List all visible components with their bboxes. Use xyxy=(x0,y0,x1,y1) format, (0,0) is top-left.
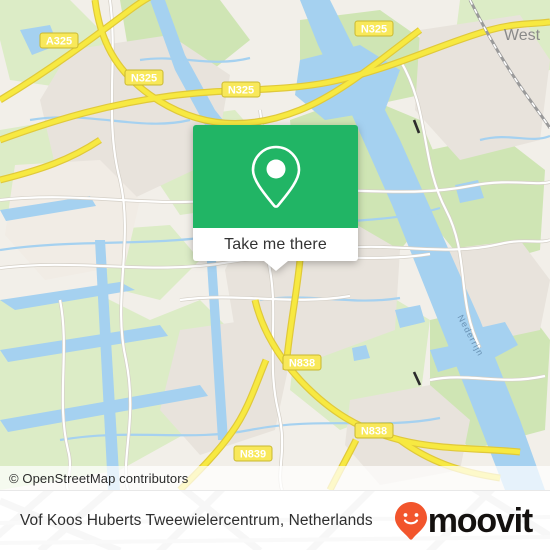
page-title: Vof Koos Huberts Tweewielercentrum, Neth… xyxy=(20,511,373,529)
moovit-smiley-pin-icon xyxy=(394,501,427,540)
moovit-logo[interactable]: moovit xyxy=(394,501,533,540)
road-shield: N838 xyxy=(354,422,394,439)
road-shield-label: N325 xyxy=(361,23,387,35)
road-shield-label: N325 xyxy=(131,72,157,84)
road-shield: N838 xyxy=(282,354,322,371)
location-pin-icon xyxy=(251,145,300,208)
popup-header xyxy=(193,125,358,228)
footer-bar: Vof Koos Huberts Tweewielercentrum, Neth… xyxy=(0,490,550,550)
road-shield-label: N325 xyxy=(228,84,254,96)
road-shield-label: A325 xyxy=(46,35,72,47)
moovit-wordmark: moovit xyxy=(427,501,533,540)
map-place-label: West xyxy=(504,27,541,44)
screenshot-root: HuissenWest Nederrijn A325N325N325N325N8… xyxy=(0,0,550,550)
take-me-there-label: Take me there xyxy=(224,235,327,253)
popup-tail-pointer xyxy=(263,261,288,271)
road-shield: A325 xyxy=(39,32,79,49)
popup-footer[interactable]: Take me there xyxy=(193,228,358,271)
road-shield-label: N838 xyxy=(361,425,387,437)
road-shield: N839 xyxy=(233,445,273,462)
road-shield: N325 xyxy=(354,20,394,37)
take-me-there-popup[interactable]: Take me there xyxy=(193,125,358,271)
road-shield-label: N839 xyxy=(240,448,266,460)
road-shield: N325 xyxy=(124,69,164,86)
road-shield-label: N838 xyxy=(289,357,315,369)
road-shield: N325 xyxy=(221,81,261,98)
